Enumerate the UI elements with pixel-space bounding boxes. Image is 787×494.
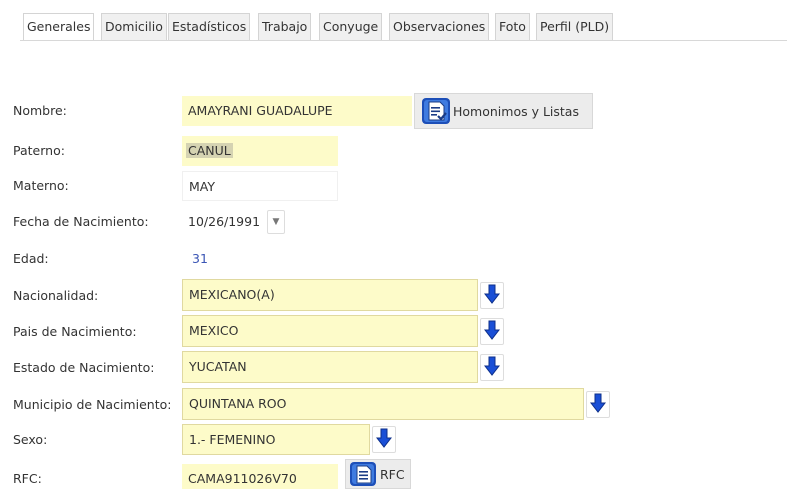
tab-generales[interactable]: Generales [23,13,95,40]
pais-nacimiento-select-button[interactable] [480,318,504,345]
paterno-label: Paterno: [13,143,65,158]
tab-observaciones[interactable]: Observaciones [389,13,490,40]
paterno-field[interactable]: CANUL [182,136,338,166]
estado-nacimiento-select-button[interactable] [480,354,504,381]
tab-perfil-pld[interactable]: Perfil (PLD) [536,13,614,40]
homonimos-button-label: Homonimos y Listas [453,103,579,119]
municipio-nacimiento-field[interactable]: QUINTANA ROO [182,388,584,420]
sexo-select-button[interactable] [372,426,396,453]
nacionalidad-label: Nacionalidad: [13,288,99,303]
rfc-button[interactable]: RFC [345,459,411,489]
rfc-label: RFC: [13,471,42,486]
generales-panel: Nombre: AMAYRANI GUADALUPE Homonimos y L… [0,41,787,489]
tab-estadisticos[interactable]: Estadísticos [168,13,251,40]
dropdown-triangle-icon: ▼ [272,217,280,227]
tab-bar: Generales Domicilio Estadísticos Trabajo… [0,0,787,41]
materno-field[interactable]: MAY [182,171,338,201]
down-arrow-icon [483,356,501,379]
municipio-nacimiento-label: Municipio de Nacimiento: [13,397,172,412]
fecha-nacimiento-field[interactable]: 10/26/1991 [182,207,266,237]
nombre-field[interactable]: AMAYRANI GUADALUPE [182,96,412,126]
estado-nacimiento-label: Estado de Nacimiento: [13,360,155,375]
checklist-document-icon [421,97,451,125]
down-arrow-icon [589,393,607,416]
tab-conyuge[interactable]: Conyuge [319,13,383,40]
pais-nacimiento-field[interactable]: MEXICO [182,315,478,347]
materno-label: Materno: [13,178,69,193]
nombre-label: Nombre: [13,103,67,118]
rfc-field[interactable]: CAMA911026V70 [182,464,338,489]
paterno-value: CANUL [186,143,233,158]
tab-foto[interactable]: Foto [495,13,530,40]
sexo-field[interactable]: 1.- FEMENINO [182,424,370,455]
fecha-nacimiento-label: Fecha de Nacimiento: [13,214,149,229]
edad-value: 31 [192,251,208,266]
rfc-button-label: RFC [380,466,405,482]
sexo-label: Sexo: [13,432,48,447]
estado-nacimiento-field[interactable]: YUCATAN [182,351,478,383]
document-icon [349,461,377,487]
tab-domicilio[interactable]: Domicilio [101,13,167,40]
nacionalidad-select-button[interactable] [480,282,504,309]
down-arrow-icon [375,428,393,451]
edad-label: Edad: [13,251,49,266]
municipio-nacimiento-select-button[interactable] [586,391,610,418]
date-dropdown-button[interactable]: ▼ [267,210,285,234]
down-arrow-icon [483,320,501,343]
homonimos-button[interactable]: Homonimos y Listas [414,93,593,129]
tab-trabajo[interactable]: Trabajo [258,13,312,40]
nacionalidad-field[interactable]: MEXICANO(A) [182,279,478,311]
pais-nacimiento-label: Pais de Nacimiento: [13,324,137,339]
down-arrow-icon [483,284,501,307]
